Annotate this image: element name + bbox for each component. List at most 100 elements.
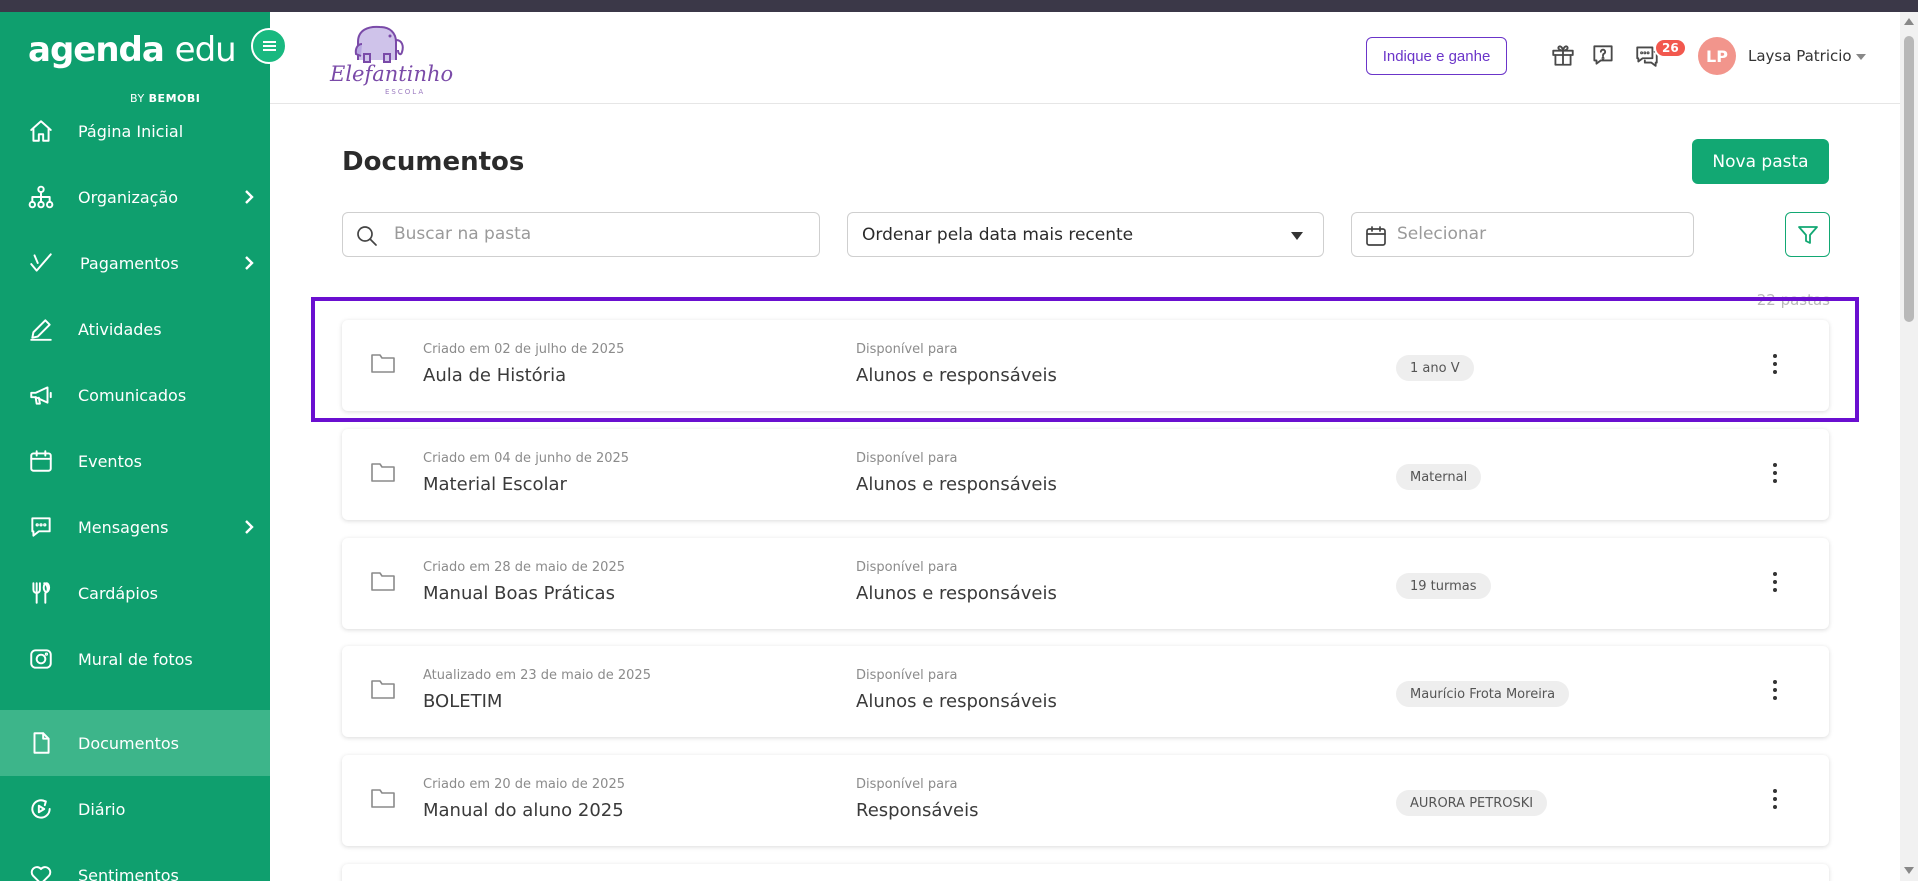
sidebar-item-comunicados[interactable]: Comunicados <box>0 362 270 428</box>
folder-created-date: Atualizado em 23 de maio de 2025 <box>423 668 651 683</box>
chevron-right-icon <box>242 254 256 272</box>
chevron-right-icon <box>242 518 256 536</box>
sidebar-item-label: Página Inicial <box>78 121 184 141</box>
sidebar-item-documentos[interactable]: Documentos <box>0 710 270 776</box>
folder-name[interactable]: Material Escolar <box>423 474 567 495</box>
folder-created-date: Criado em 04 de junho de 2025 <box>423 451 630 466</box>
audience-tag: 19 turmas <box>1396 573 1491 599</box>
available-for-label: Disponível para <box>856 777 958 792</box>
school-logo-text: Elefantinho <box>330 62 454 86</box>
refer-and-earn-button[interactable]: Indique e ganhe <box>1366 37 1507 75</box>
available-for-value: Alunos e responsáveis <box>856 691 1057 712</box>
available-for-label: Disponível para <box>856 668 958 683</box>
folder-icon <box>370 569 396 593</box>
org-chart-icon <box>28 184 54 210</box>
school-logo[interactable] <box>328 18 448 98</box>
available-for-label: Disponível para <box>856 560 958 575</box>
folder-icon <box>370 677 396 701</box>
audience-tag: Maurício Frota Moreira <box>1396 681 1570 707</box>
folder-name[interactable]: Aula de História <box>423 365 566 386</box>
search-input[interactable] <box>394 224 804 244</box>
sidebar-item-label: Pagamentos <box>80 253 179 273</box>
folder-row[interactable]: Criado em 02 de julho de 2025 Aula de Hi… <box>342 320 1829 411</box>
folder-name[interactable]: Manual Boas Práticas <box>423 583 615 604</box>
caret-down-icon[interactable] <box>1856 54 1866 60</box>
new-folder-button[interactable]: Nova pasta <box>1692 139 1829 184</box>
sidebar-item-cardapios[interactable]: Cardápios <box>0 560 270 626</box>
sidebar-item-eventos[interactable]: Eventos <box>0 428 270 494</box>
audience-tag: Maternal <box>1396 464 1482 490</box>
home-icon <box>28 118 54 144</box>
folder-row[interactable]: Criado em 28 de maio de 2025 Manual Boas… <box>342 538 1829 629</box>
folder-created-date: Criado em 02 de julho de 2025 <box>423 342 625 357</box>
scrollbar[interactable] <box>1900 12 1918 881</box>
available-for-value: Responsáveis <box>856 800 979 821</box>
sidebar-item-label: Mural de fotos <box>78 649 193 669</box>
available-for-label: Disponível para <box>856 451 958 466</box>
sidebar-collapse-button[interactable] <box>251 28 287 64</box>
sidebar-item-label: Sentimentos <box>78 865 179 881</box>
brand-main-bold: agenda <box>28 30 165 70</box>
more-options-icon[interactable] <box>1768 460 1782 486</box>
avatar[interactable]: LP <box>1698 37 1736 75</box>
browser-top-strip <box>0 0 1918 12</box>
more-options-icon[interactable] <box>1768 786 1782 812</box>
sidebar-item-pagamentos[interactable]: Pagamentos <box>0 230 270 296</box>
folder-row[interactable] <box>342 864 1829 881</box>
diary-icon <box>28 796 54 822</box>
audience-tag: AURORA PETROSKI <box>1396 790 1548 816</box>
folder-row[interactable]: Criado em 20 de maio de 2025 Manual do a… <box>342 755 1829 846</box>
cutlery-icon <box>28 580 54 606</box>
sidebar-item-label: Mensagens <box>78 517 169 537</box>
scrollbar-thumb[interactable] <box>1904 36 1914 322</box>
available-for-label: Disponível para <box>856 342 958 357</box>
folder-row[interactable]: Atualizado em 23 de maio de 2025 BOLETIM… <box>342 646 1829 737</box>
more-options-icon[interactable] <box>1768 677 1782 703</box>
filter-icon <box>1797 225 1818 244</box>
sidebar-item-mensagens[interactable]: Mensagens <box>0 494 270 560</box>
school-logo-subtext: ESCOLA <box>385 88 426 96</box>
sidebar-item-label: Documentos <box>78 733 180 753</box>
available-for-value: Alunos e responsáveis <box>856 474 1057 495</box>
date-input[interactable] <box>1397 224 1677 244</box>
audience-tag: 1 ano V <box>1396 355 1474 381</box>
payments-icon <box>28 250 54 276</box>
sidebar-item-home[interactable]: Página Inicial <box>0 98 270 164</box>
sidebar-item-label: Organização <box>78 187 179 207</box>
sidebar-item-atividades[interactable]: Atividades <box>0 296 270 362</box>
available-for-value: Alunos e responsáveis <box>856 365 1057 386</box>
sort-select[interactable]: Ordenar pela data mais recente <box>847 212 1324 257</box>
scroll-up-arrow[interactable] <box>1904 18 1914 25</box>
gift-icon[interactable] <box>1550 42 1576 68</box>
top-header: Elefantinho ESCOLA Indique e ganhe 26 LP… <box>270 12 1900 104</box>
calendar-icon <box>28 448 54 474</box>
sidebar-item-mural-de-fotos[interactable]: Mural de fotos <box>0 626 270 692</box>
folder-icon <box>370 351 396 375</box>
more-options-icon[interactable] <box>1768 351 1782 377</box>
brand-logo[interactable]: agenda edu BY BEMOBI <box>28 30 237 105</box>
folder-row[interactable]: Criado em 04 de junho de 2025 Material E… <box>342 429 1829 520</box>
sort-select-value: Ordenar pela data mais recente <box>862 225 1134 245</box>
folder-created-date: Criado em 28 de maio de 2025 <box>423 560 625 575</box>
sidebar-item-organizacao[interactable]: Organização <box>0 164 270 230</box>
user-name[interactable]: Laysa Patricio <box>1748 47 1852 65</box>
chat-icon <box>28 514 54 540</box>
scroll-down-arrow[interactable] <box>1904 867 1914 874</box>
more-options-icon[interactable] <box>1768 569 1782 595</box>
caret-down-icon <box>1291 232 1303 240</box>
filter-button[interactable] <box>1785 212 1830 257</box>
sidebar-item-sentimentos[interactable]: Sentimentos <box>0 842 270 881</box>
folder-count: 22 pastas <box>1756 291 1830 309</box>
document-icon <box>28 730 54 756</box>
sidebar: agenda edu BY BEMOBI Página Inicial Orga… <box>0 12 270 881</box>
folder-name[interactable]: Manual do aluno 2025 <box>423 800 624 821</box>
sidebar-item-diario[interactable]: Diário <box>0 776 270 842</box>
date-field <box>1351 212 1694 257</box>
sidebar-item-label: Cardápios <box>78 583 158 603</box>
help-icon[interactable] <box>1590 42 1616 68</box>
sidebar-item-label: Eventos <box>78 451 142 471</box>
sidebar-item-label: Atividades <box>78 319 162 339</box>
folder-name[interactable]: BOLETIM <box>423 691 502 712</box>
camera-icon <box>28 646 54 672</box>
menu-icon <box>262 45 276 47</box>
